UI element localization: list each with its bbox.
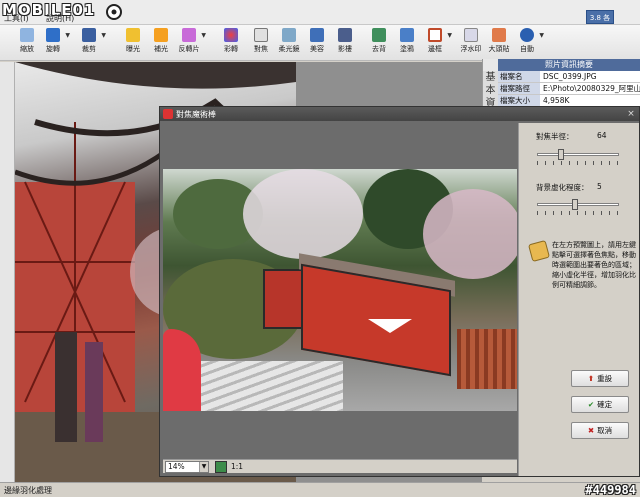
tool-frame[interactable]: 邊框 ▼ xyxy=(420,27,452,60)
blur-level-label: 背景虛化程度： xyxy=(536,183,589,192)
sticker-icon xyxy=(492,28,506,42)
info-value: 4,958K xyxy=(540,95,640,106)
info-panel-title: 照片資訊摘要 xyxy=(498,59,640,71)
blur-level-slider[interactable] xyxy=(537,199,619,210)
actual-size-button[interactable]: 1:1 xyxy=(231,462,243,471)
zoom-icon xyxy=(20,28,34,42)
side-panel-strip xyxy=(0,62,15,482)
chevron-down-icon[interactable]: ▼ xyxy=(539,32,544,39)
tool-fill-light[interactable]: 補光 xyxy=(146,27,176,60)
reset-icon: ⬆ xyxy=(587,374,595,383)
menu-help[interactable]: 說明(H) xyxy=(46,13,74,24)
status-text: 邊緣羽化處理 xyxy=(4,486,52,495)
focus-magic-wand-dialog: 對焦魔術棒 × 14% ▼ 1:1 對焦半徑： 64 背景虛化程度： 5 在左方… xyxy=(159,106,640,477)
info-value: DSC_0399.JPG xyxy=(540,71,640,82)
title-bar: MOBILE01 工具(I) 說明(H) 3.8 各 xyxy=(0,0,640,25)
chevron-down-icon[interactable]: ▼ xyxy=(65,32,70,39)
studio-icon xyxy=(338,28,352,42)
slider-thumb[interactable] xyxy=(558,149,564,160)
reversal-film-icon xyxy=(182,28,196,42)
tool-watermark[interactable]: 浮水印 xyxy=(456,27,486,60)
wooden-fence xyxy=(457,329,517,389)
exposure-icon xyxy=(126,28,140,42)
tool-doodle[interactable]: 塗鴉 xyxy=(392,27,422,60)
fit-to-window-icon[interactable] xyxy=(215,461,227,473)
blossom-tree xyxy=(243,169,363,259)
foreground-person xyxy=(163,329,201,411)
tool-reversal-film[interactable]: 反轉片 ▼ xyxy=(174,27,206,60)
menu-tools[interactable]: 工具(I) xyxy=(4,13,29,24)
focus-radius-slider[interactable] xyxy=(537,149,619,160)
check-icon: ✔ xyxy=(587,400,595,409)
preview-toolbar: 14% ▼ 1:1 xyxy=(163,459,517,473)
close-icon[interactable]: × xyxy=(626,109,636,119)
focus-radius-label: 對焦半徑： xyxy=(536,132,574,141)
tool-rotate[interactable]: 旋轉 ▼ xyxy=(38,27,70,60)
chevron-down-icon[interactable]: ▼ xyxy=(101,32,106,39)
locomotive-chevron xyxy=(368,319,412,333)
preview-padding xyxy=(163,123,517,167)
soft-light-icon xyxy=(282,28,296,42)
dialog-settings-panel: 對焦半徑： 64 背景虛化程度： 5 在左方預覽圖上，請用左鍵點擊可選擇著色焦點… xyxy=(518,123,639,476)
slider-ticks xyxy=(537,211,619,215)
blossom-tree xyxy=(423,189,517,279)
rotate-icon xyxy=(46,28,60,42)
slider-thumb[interactable] xyxy=(572,199,578,210)
hint-hand-icon xyxy=(527,239,551,263)
info-value: E:\Photo\20080329_阿里山\ xyxy=(540,83,640,94)
info-key: 檔案大小 xyxy=(498,95,540,106)
info-row: 檔案路徑 E:\Photo\20080329_阿里山\ xyxy=(498,83,640,95)
cancel-button[interactable]: ✖ 取消 xyxy=(571,422,629,439)
watermark-text: #449984 xyxy=(585,483,636,497)
tool-sticker[interactable]: 大頭貼 xyxy=(484,27,514,60)
toolbar: 縮放 旋轉 ▼ 裁剪 ▼ 曝光 補光 反轉片 ▼ 彩轉 對焦 柔光鏡 美容 影樓… xyxy=(0,25,640,61)
remove-bg-icon xyxy=(372,28,386,42)
photo-info-panel: 照片資訊摘要 基本資 檔案名 DSC_0399.JPG 檔案路徑 E:\Phot… xyxy=(482,59,640,111)
tool-focus[interactable]: 對焦 xyxy=(246,27,276,60)
info-key: 檔案名 xyxy=(498,71,540,82)
dialog-titlebar[interactable]: 對焦魔術棒 × xyxy=(160,107,639,121)
tool-color[interactable]: 彩轉 xyxy=(216,27,246,60)
beauty-icon xyxy=(310,28,324,42)
tool-soft-light[interactable]: 柔光鏡 xyxy=(274,27,304,60)
hint-text: 在左方預覽圖上，請用左鍵點擊可選擇著色焦點，移動時選範圍出要著色的區域；縮小虛化… xyxy=(552,241,636,289)
slider-ticks xyxy=(537,161,619,165)
tool-exposure[interactable]: 曝光 xyxy=(118,27,148,60)
stone-steps xyxy=(193,361,343,411)
preview-image[interactable] xyxy=(163,169,517,411)
frame-icon xyxy=(428,28,442,42)
dialog-title: 對焦魔術棒 xyxy=(176,110,216,119)
logo-eye-icon xyxy=(106,4,122,20)
tool-remove-bg[interactable]: 去背 xyxy=(364,27,394,60)
focus-icon xyxy=(254,28,268,42)
status-bar: 邊緣羽化處理 xyxy=(0,482,640,497)
wand-icon xyxy=(163,109,173,119)
tool-studio[interactable]: 影樓 xyxy=(330,27,360,60)
tool-auto[interactable]: 自動 ▼ xyxy=(512,27,544,60)
info-row: 檔案名 DSC_0399.JPG xyxy=(498,71,640,83)
blur-level-value: 5 xyxy=(597,182,602,191)
crop-icon xyxy=(82,28,96,42)
auto-icon xyxy=(520,28,534,42)
corner-thumbnail[interactable]: 3.8 各 xyxy=(586,10,614,24)
info-side-tab[interactable]: 基本資 xyxy=(483,71,498,111)
chevron-down-icon[interactable]: ▼ xyxy=(199,462,208,472)
color-icon xyxy=(224,28,238,42)
tool-beauty[interactable]: 美容 xyxy=(302,27,332,60)
watermark-icon xyxy=(464,28,478,42)
reset-button[interactable]: ⬆ 重設 xyxy=(571,370,629,387)
focus-radius-value: 64 xyxy=(597,131,607,140)
close-icon: ✖ xyxy=(587,426,595,435)
chevron-down-icon[interactable]: ▼ xyxy=(201,32,206,39)
chevron-down-icon[interactable]: ▼ xyxy=(447,32,452,39)
tool-crop[interactable]: 裁剪 ▼ xyxy=(74,27,106,60)
zoom-select[interactable]: 14% ▼ xyxy=(165,461,209,473)
fill-light-icon xyxy=(154,28,168,42)
doodle-icon xyxy=(400,28,414,42)
ok-button[interactable]: ✔ 確定 xyxy=(571,396,629,413)
info-key: 檔案路徑 xyxy=(498,83,540,94)
